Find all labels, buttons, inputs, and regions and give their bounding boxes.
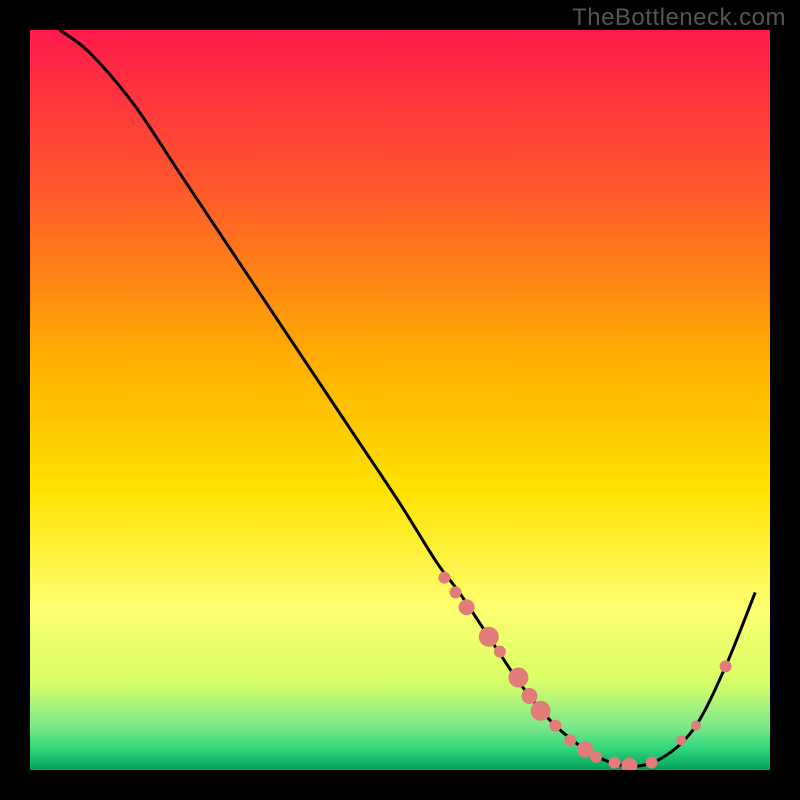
data-point: [494, 646, 506, 658]
data-point: [508, 668, 528, 688]
data-point: [590, 751, 602, 763]
data-point: [676, 735, 686, 745]
data-point: [609, 757, 621, 769]
data-point: [549, 720, 561, 732]
watermark-text: TheBottleneck.com: [572, 4, 786, 32]
chart-frame: TheBottleneck.com: [0, 0, 800, 800]
gradient-bg: [30, 30, 770, 770]
data-point: [450, 586, 462, 598]
data-point: [522, 688, 538, 704]
data-point: [564, 734, 576, 746]
plot-area: [30, 30, 770, 770]
data-point: [720, 660, 732, 672]
data-point: [646, 757, 658, 769]
data-point: [459, 599, 475, 615]
chart-svg: [30, 30, 770, 770]
data-point: [479, 627, 499, 647]
data-point: [531, 701, 551, 721]
data-point: [691, 721, 701, 731]
data-point: [438, 572, 450, 584]
